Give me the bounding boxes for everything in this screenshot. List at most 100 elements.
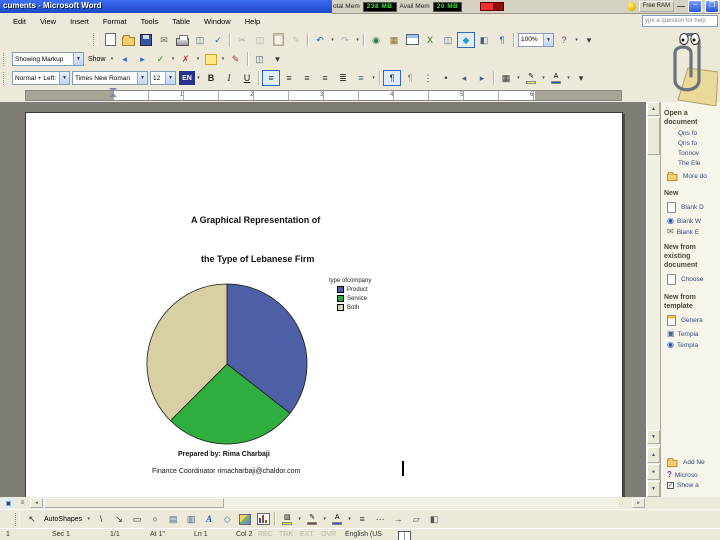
toolbar-options-button[interactable]: ▾ [580,32,598,48]
widget-minimize[interactable]: — [677,2,685,11]
display-for-review-combo[interactable]: Showing Markup ▼ [12,52,84,66]
columns-button[interactable]: ◫ [439,32,457,48]
cut-button[interactable]: ✂ [233,32,251,48]
task-pane-link[interactable]: Tonnov [675,150,720,157]
undo-dropdown[interactable]: ▾ [329,37,336,43]
task-pane-link[interactable]: Add Ne [667,456,720,468]
bold-button[interactable]: B [202,70,220,86]
align-right-button[interactable]: ≡ [298,70,316,86]
undo-button[interactable]: ↶ [311,32,329,48]
task-pane-link[interactable]: ◉ Blank W [667,217,720,225]
insert-hyperlink-button[interactable]: ◉ [367,32,385,48]
bullets-button[interactable]: • [437,70,455,86]
outside-border-button[interactable]: ▦ [497,70,515,86]
previous-page-button[interactable]: ▲ [647,447,660,463]
open-button[interactable] [119,32,137,48]
underline-button[interactable]: U [238,70,256,86]
new-comment-dropdown[interactable]: ▾ [220,56,227,62]
task-pane-link[interactable]: ◉ Templa [667,341,720,349]
align-left-button[interactable]: ≡ [262,70,280,86]
show-menu-dropdown[interactable]: ▾ [109,56,116,62]
style-combo[interactable]: Normal + Left: ▼ [12,71,70,85]
insert-diagram-button[interactable]: ◇ [218,511,236,527]
reject-change-button[interactable]: ✗ [177,51,195,67]
menu-window[interactable]: Window [197,16,238,27]
paste-button[interactable] [269,32,287,48]
toolbar-handle[interactable] [3,71,8,85]
select-objects-button[interactable]: ↖ [23,511,41,527]
italic-button[interactable]: I [220,70,238,86]
vertical-text-box-button[interactable]: ▥ [182,511,200,527]
task-pane-link[interactable]: Qns fo [675,130,720,137]
save-button[interactable] [137,32,155,48]
menu-edit[interactable]: Edit [6,16,33,27]
numbering-button[interactable]: ⋮ [419,70,437,86]
font-color-dropdown[interactable]: ▾ [565,75,572,81]
horizontal-scroll-thumb[interactable] [44,498,224,508]
language-dropdown[interactable]: ▾ [195,75,202,81]
right-to-left-button[interactable]: ¶ [401,70,419,86]
pie-chart[interactable] [144,281,310,447]
spelling-status-icon[interactable] [398,531,411,540]
markup-dropdown-icon[interactable]: ▼ [73,53,83,65]
rectangle-button[interactable]: ▭ [128,511,146,527]
scroll-right-button[interactable]: ▸ [632,498,645,508]
hanging-indent-marker[interactable] [109,93,117,97]
task-pane-link[interactable]: Qns fo [675,140,720,147]
horizontal-scroll-track[interactable] [44,498,618,508]
font-size-dropdown-icon[interactable]: ▼ [165,72,175,84]
clippy-office-assistant[interactable] [660,26,718,106]
arrow-style-button[interactable]: → [389,511,407,527]
scroll-down-button[interactable]: ▼ [647,430,660,444]
justify-button[interactable]: ≡ [316,70,334,86]
insert-excel-worksheet-button[interactable]: X [421,32,439,48]
select-browse-object-button[interactable]: ● [647,464,660,480]
distributed-button[interactable]: ≣ [334,70,352,86]
status-mode-ext[interactable]: EXT [300,531,314,538]
arrow-button[interactable]: ↘ [110,511,128,527]
indent-markers[interactable] [109,88,117,97]
center-button[interactable]: ≡ [280,70,298,86]
highlight-button[interactable]: ✎ [522,70,540,86]
new-comment-button[interactable] [202,51,220,67]
task-pane-link[interactable]: Genera [667,314,720,327]
autoshapes-menu-button[interactable]: AutoShapes [41,516,85,523]
text-box-button[interactable]: ▤ [164,511,182,527]
zoom-combo[interactable]: 100% ▼ [518,32,554,47]
vertical-scrollbar[interactable]: ▲ ▼ ▲ ● ▼ [646,102,660,497]
toolbar-handle[interactable] [15,512,20,526]
drawing-button[interactable]: ◆ [457,31,475,48]
menu-help[interactable]: Help [238,16,267,27]
restore-button[interactable]: ❐ [705,0,719,13]
redo-button[interactable]: ↷ [336,32,354,48]
fill-color-dropdown[interactable]: ▾ [296,516,303,522]
toolbar-handle[interactable] [3,52,8,66]
free-ram-button[interactable]: Free RAM [638,1,674,12]
mail-recipient-button[interactable]: ✉ [155,32,173,48]
scroll-left-button[interactable]: ◂ [30,498,43,508]
help-dropdown[interactable]: ▾ [573,37,580,43]
show-menu-button[interactable]: Show [85,56,109,63]
outline-view-button[interactable]: ≡ [16,498,29,508]
toolbar-handle[interactable] [93,33,98,46]
font-color-drawing-button[interactable]: A [328,511,346,527]
scroll-up-button[interactable]: ▲ [647,102,660,116]
spelling-grammar-button[interactable]: ✓ [209,32,227,48]
line-style-button[interactable]: ≡ [353,511,371,527]
toolbar-options-button[interactable]: ▾ [269,51,287,67]
task-pane-link[interactable]: ? Microso [667,471,720,479]
font-combo[interactable]: Times New Roman ▼ [72,71,148,85]
highlight-dropdown[interactable]: ▾ [540,75,547,81]
document-map-button[interactable]: ◧ [475,32,493,48]
copy-button[interactable]: ◫ [251,32,269,48]
line-color-dropdown[interactable]: ▾ [321,516,328,522]
previous-change-button[interactable]: ◂ [116,51,134,67]
menu-view[interactable]: View [33,16,63,27]
line-spacing-dropdown[interactable]: ▾ [370,75,377,81]
insert-chart-button[interactable] [254,511,272,527]
task-pane-link[interactable]: ▣ Templa [667,330,720,338]
task-pane-link[interactable]: ✉ Blank E [667,228,720,236]
status-mode-ovr[interactable]: OVR [321,531,336,538]
show-hide-paragraph-button[interactable]: ¶ [493,32,511,48]
print-layout-view-button[interactable]: ▣ [2,498,15,508]
